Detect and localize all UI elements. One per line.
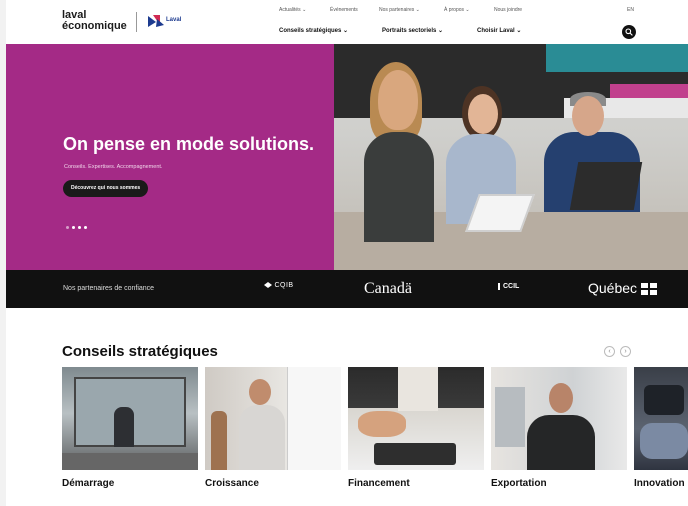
- card-croissance[interactable]: Croissance: [205, 367, 341, 497]
- topnav-partenaires[interactable]: Nos partenaires ⌄: [379, 7, 420, 13]
- card-label-demarrage: Démarrage: [62, 478, 115, 489]
- man-head: [249, 379, 271, 405]
- card-label-financement: Financement: [348, 478, 410, 489]
- language-switch[interactable]: EN: [627, 7, 634, 13]
- hero-banner: On pense en mode solutions. Conseils. Ex…: [6, 44, 688, 270]
- page: laval économique Laval Actualités ⌄ Évén…: [6, 0, 688, 506]
- office-person: [114, 407, 134, 447]
- partner-logo-ccil[interactable]: CCIL: [498, 283, 519, 290]
- card-image-financement: [348, 367, 484, 470]
- card-image-exportation: [491, 367, 627, 470]
- man-black-shirt: [527, 415, 595, 470]
- card-demarrage[interactable]: Démarrage: [62, 367, 198, 497]
- card-innovation[interactable]: Innovation: [634, 367, 688, 497]
- hero-photo: [334, 44, 688, 270]
- hero-person-3-face: [572, 96, 604, 136]
- nav-conseils-strategiques[interactable]: Conseils stratégiques ⌄: [279, 27, 348, 34]
- nav-choisir-laval[interactable]: Choisir Laval ⌄: [477, 27, 521, 34]
- card-label-innovation: Innovation: [634, 478, 685, 489]
- partner-logo-cqib[interactable]: CQIB: [264, 282, 294, 289]
- city-mark-text: Laval: [166, 17, 182, 23]
- utility-nav: Actualités ⌄ Événements Nos partenaires …: [6, 7, 688, 17]
- card-exportation[interactable]: Exportation: [491, 367, 627, 497]
- card-financement[interactable]: Financement: [348, 367, 484, 497]
- partner-quebec-text: Québec: [588, 280, 638, 296]
- hero-person-1-face: [378, 70, 418, 130]
- carousel-dot-3[interactable]: [78, 226, 81, 229]
- hero-person-1: [364, 132, 434, 242]
- hero-photo-teal-panel: [546, 44, 688, 72]
- card-label-exportation: Exportation: [491, 478, 547, 489]
- partners-label: Nos partenaires de confiance: [63, 285, 155, 292]
- carousel-dot-4[interactable]: [84, 226, 87, 229]
- carousel-dot-1[interactable]: [66, 226, 69, 229]
- strategic-cards: Démarrage Croissance Financement Exporta…: [62, 367, 688, 497]
- hero-subtitle: Conseils. Expertises. Accompagnement.: [64, 164, 163, 170]
- search-button[interactable]: [622, 25, 636, 39]
- vr-headset: [644, 385, 684, 415]
- colleague: [211, 411, 227, 470]
- carousel-next-button[interactable]: ›: [620, 346, 631, 357]
- section-title: Conseils stratégiques: [62, 343, 218, 360]
- whiteboard: [287, 367, 341, 470]
- warehouse-shelves: [495, 387, 525, 447]
- chevron-right-icon: ›: [624, 348, 627, 355]
- nav-portraits-sectoriels[interactable]: Portraits sectoriels ⌄: [382, 27, 443, 34]
- hero-laptop: [569, 162, 643, 210]
- carousel-dot-2[interactable]: [72, 226, 75, 229]
- logo-line2: économique: [62, 20, 127, 32]
- hero-photo-pink-panel: [610, 84, 688, 98]
- partner-ccil-text: CCIL: [503, 283, 520, 290]
- calculator: [374, 443, 456, 465]
- man-head: [549, 383, 573, 413]
- chevron-left-icon: ‹: [608, 348, 611, 355]
- card-image-croissance: [205, 367, 341, 470]
- card-image-demarrage: [62, 367, 198, 470]
- topnav-evenements[interactable]: Événements: [330, 7, 358, 13]
- white-shirt: [398, 367, 438, 411]
- partner-logo-quebec[interactable]: Québec: [588, 280, 657, 296]
- card-image-innovation: [634, 367, 688, 470]
- quebec-flag-icon: [640, 283, 657, 296]
- site-header: laval économique Laval Actualités ⌄ Évén…: [6, 0, 688, 44]
- topnav-actualites[interactable]: Actualités ⌄: [279, 7, 306, 13]
- partner-logo-canada[interactable]: Canadä: [364, 280, 412, 298]
- hero-title: On pense en mode solutions.: [63, 134, 315, 154]
- search-icon: [625, 28, 633, 36]
- carousel-prev-button[interactable]: ‹: [604, 346, 615, 357]
- person-jacket: [640, 423, 688, 459]
- hero-person-2-face: [468, 94, 498, 134]
- card-label-croissance: Croissance: [205, 478, 259, 489]
- topnav-a-propos[interactable]: À propos ⌄: [444, 7, 470, 13]
- partners-band: Nos partenaires de confiance CQIB Canadä…: [6, 270, 688, 308]
- hand: [358, 411, 406, 437]
- topnav-nous-joindre[interactable]: Nous joindre: [494, 7, 522, 13]
- man-shirt: [239, 405, 285, 470]
- office-floor: [62, 453, 198, 470]
- partner-cqib-text: CQIB: [274, 282, 294, 289]
- hero-cta-button[interactable]: Découvrez qui nous sommes: [63, 180, 149, 197]
- partner-canada-text: Canadä: [364, 280, 412, 297]
